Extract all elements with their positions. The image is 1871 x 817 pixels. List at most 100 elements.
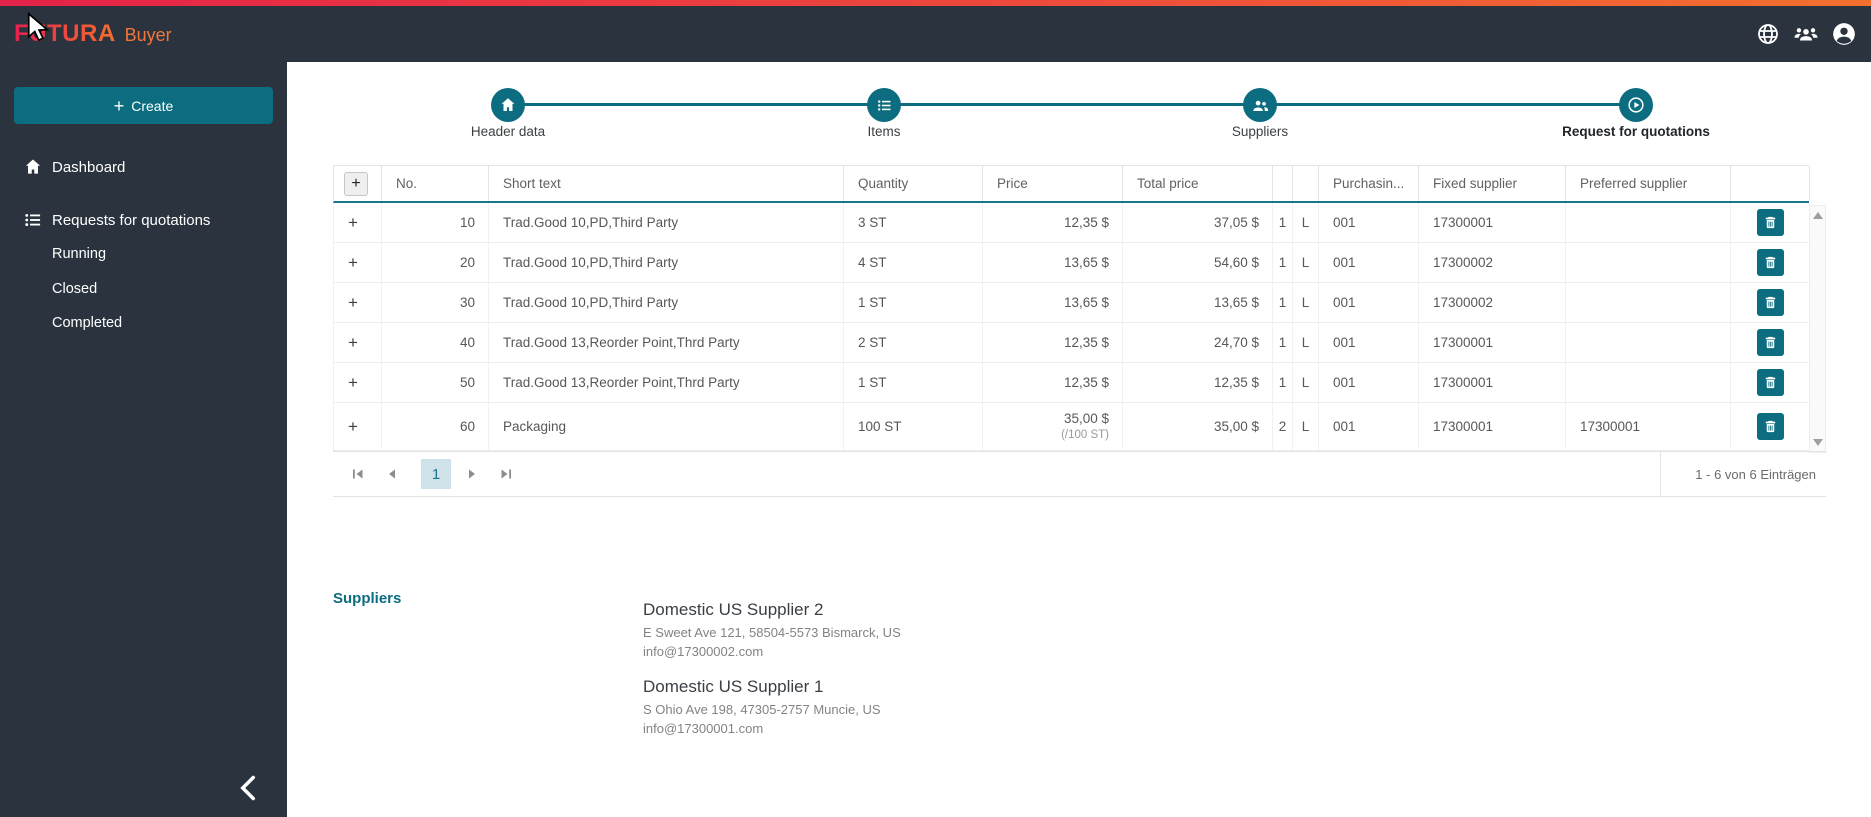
item-fixed-supplier: 17300002 [1419, 283, 1566, 322]
current-page[interactable]: 1 [421, 459, 451, 489]
item-total-price: 12,35 $ [1123, 363, 1273, 402]
brand-product: Buyer [124, 25, 172, 45]
scroll-down-arrow-icon[interactable] [1813, 439, 1823, 446]
previous-page-icon [389, 469, 395, 479]
item-flag-1: 1 [1273, 283, 1293, 322]
stepper-connector [508, 103, 1636, 106]
create-button[interactable]: + Create [14, 87, 273, 124]
supplier-email: info@17300001.com [643, 721, 764, 736]
item-flag-2: L [1293, 403, 1319, 450]
users-group-icon[interactable] [1793, 21, 1819, 47]
column-header: No. [382, 166, 489, 201]
item-short-text: Trad.Good 10,PD,Third Party [489, 243, 844, 282]
trash-icon [1765, 296, 1775, 309]
delete-item-button[interactable] [1756, 249, 1784, 276]
trash-icon [1765, 420, 1775, 433]
app-header: FUTURA Buyer [0, 6, 1871, 62]
delete-item-button[interactable] [1756, 369, 1784, 396]
people-icon [1252, 100, 1268, 111]
item-price: 13,65 $ [1063, 295, 1109, 310]
column-header [1731, 166, 1810, 201]
item-price-unit: (/100 ST) [1061, 428, 1109, 441]
delete-item-button[interactable] [1756, 329, 1784, 356]
step-suppliers[interactable] [1243, 88, 1277, 122]
step-label: Suppliers [1231, 124, 1289, 139]
step-request-for-quotations[interactable] [1619, 88, 1653, 122]
expand-row-button[interactable]: + [348, 294, 358, 311]
item-preferred-supplier [1566, 363, 1731, 402]
delete-item-button[interactable] [1756, 209, 1784, 236]
item-fixed-supplier: 17300001 [1419, 403, 1566, 450]
item-short-text: Trad.Good 13,Reorder Point,Thrd Party [489, 363, 844, 402]
trash-icon [1765, 376, 1775, 389]
expand-row-button[interactable]: + [348, 374, 358, 391]
scroll-up-arrow-icon[interactable] [1813, 212, 1823, 219]
trash-icon [1765, 256, 1775, 269]
expand-row-button[interactable]: + [348, 214, 358, 231]
item-no: 20 [382, 243, 489, 282]
delete-item-button[interactable] [1756, 413, 1784, 440]
sidebar-subitem-running[interactable]: Running [52, 240, 106, 268]
sidebar-item-dashboard[interactable]: Dashboard [0, 150, 287, 184]
item-fixed-supplier: 17300001 [1419, 203, 1566, 242]
item-total-price: 54,60 $ [1123, 243, 1273, 282]
item-short-text: Trad.Good 13,Reorder Point,Thrd Party [489, 323, 844, 362]
item-price: 13,65 $ [1063, 255, 1109, 270]
table-row: +30 Trad.Good 10,PD,Third Party 1 ST 13,65 … [333, 283, 1810, 323]
previous-page-button[interactable] [379, 461, 405, 487]
item-fixed-supplier: 17300001 [1419, 323, 1566, 362]
expand-row-button[interactable]: + [348, 254, 358, 271]
trash-icon [1765, 336, 1775, 349]
item-preferred-supplier [1566, 323, 1731, 362]
item-flag-1: 1 [1273, 323, 1293, 362]
suppliers-section-title: Suppliers [333, 590, 402, 607]
supplier-name: Domestic US Supplier 2 [643, 600, 824, 619]
expand-row-button[interactable]: + [348, 418, 358, 435]
item-purchasing-group: 001 [1319, 403, 1419, 450]
list-icon [877, 99, 891, 111]
table-body: +10 Trad.Good 10,PD,Third Party 3 ST 12,35 … [333, 203, 1826, 451]
column-header: Fixed supplier [1419, 166, 1566, 201]
play-circle-icon [1628, 97, 1644, 113]
item-total-price: 24,70 $ [1123, 323, 1273, 362]
supplier-entry: Domestic US Supplier 1 S Ohio Ave 198, 4… [643, 677, 901, 738]
last-page-button[interactable] [493, 461, 519, 487]
item-price: 12,35 $ [1063, 215, 1109, 230]
item-flag-2: L [1293, 323, 1319, 362]
sidebar-item-label: Requests for quotations [52, 211, 211, 229]
item-preferred-supplier [1566, 243, 1731, 282]
next-page-button[interactable] [459, 461, 485, 487]
item-total-price: 37,05 $ [1123, 203, 1273, 242]
column-header [1293, 166, 1319, 201]
last-page-icon [501, 469, 511, 479]
sidebar-subitem-completed[interactable]: Completed [52, 309, 122, 337]
language-globe-icon[interactable] [1755, 21, 1781, 47]
item-no: 50 [382, 363, 489, 402]
item-no: 40 [382, 323, 489, 362]
items-table: + No. Short text Quantity Price Total price Pu… [333, 165, 1826, 497]
column-header: Preferred supplier [1566, 166, 1731, 201]
item-quantity: 2 ST [844, 323, 983, 362]
expand-row-button[interactable]: + [348, 334, 358, 351]
item-short-text: Packaging [489, 403, 844, 450]
column-header: Total price [1123, 166, 1273, 201]
suppliers-list: Domestic US Supplier 2 E Sweet Ave 121, … [643, 600, 901, 754]
account-icon[interactable] [1831, 21, 1857, 47]
sidebar-subitem-closed[interactable]: Closed [52, 275, 97, 303]
step-header-data[interactable] [491, 88, 525, 122]
collapse-sidebar-icon[interactable] [235, 773, 261, 803]
item-flag-2: L [1293, 243, 1319, 282]
delete-item-button[interactable] [1756, 289, 1784, 316]
first-page-button[interactable] [345, 461, 371, 487]
table-row: +10 Trad.Good 10,PD,Third Party 3 ST 12,35 … [333, 203, 1810, 243]
step-items[interactable] [867, 88, 901, 122]
item-total-price: 35,00 $ [1123, 403, 1273, 450]
sidebar-item-requests-for-quotations[interactable]: Requests for quotations [0, 203, 287, 237]
column-header [1273, 166, 1293, 201]
item-flag-2: L [1293, 363, 1319, 402]
table-scrollbar[interactable] [1809, 205, 1826, 453]
add-item-button[interactable]: + [344, 171, 368, 196]
item-no: 60 [382, 403, 489, 450]
item-purchasing-group: 001 [1319, 203, 1419, 242]
app-logo[interactable]: FUTURA Buyer [14, 20, 172, 48]
